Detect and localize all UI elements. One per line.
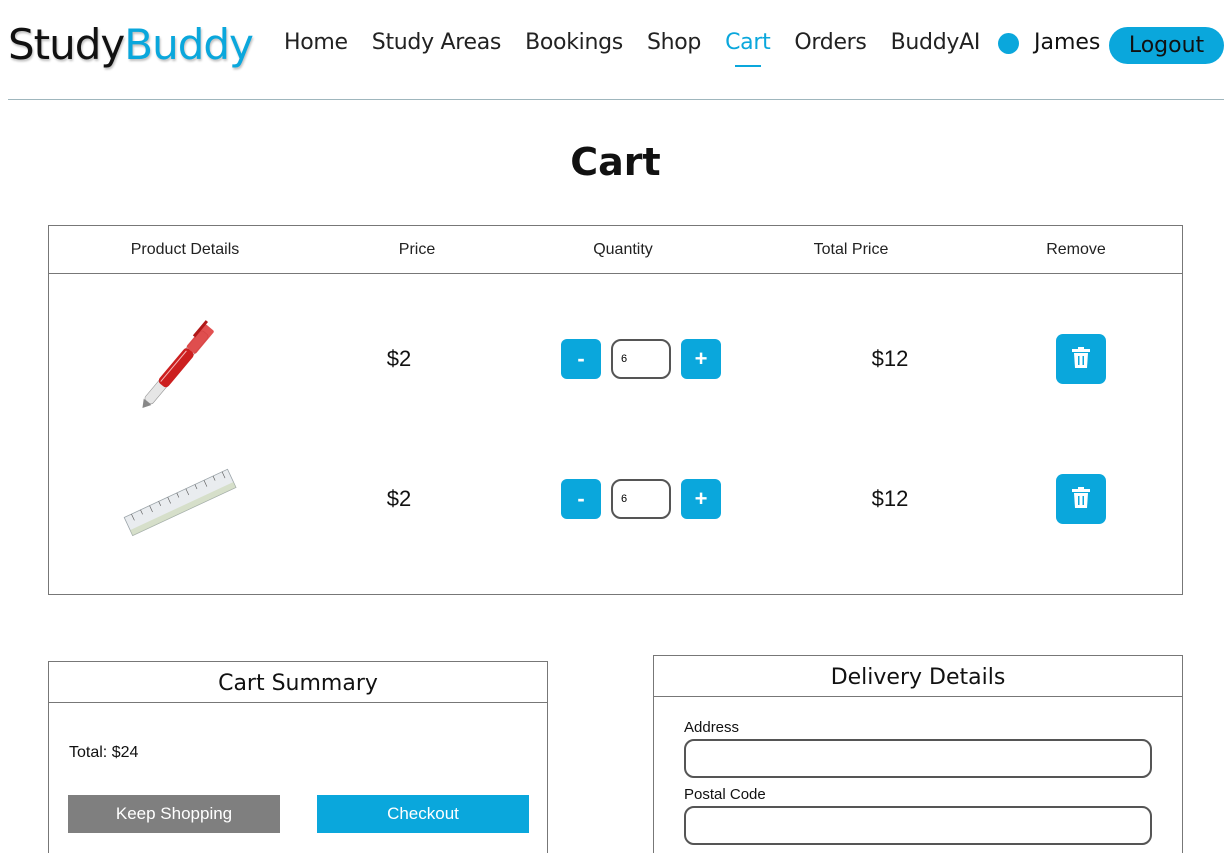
quantity-input[interactable]: [611, 479, 671, 519]
postal-code-input[interactable]: [684, 806, 1152, 845]
cart-summary-panel: Cart Summary Total: $24 Keep Shopping Ch…: [48, 661, 548, 853]
nav-study-areas[interactable]: Study Areas: [372, 30, 502, 55]
user-status-dot-icon: [998, 33, 1019, 54]
header-divider: [8, 99, 1224, 100]
item-price: $2: [386, 346, 412, 371]
column-header-product: Product Details: [130, 241, 240, 258]
increase-quantity-button[interactable]: +: [681, 339, 721, 379]
delivery-details-title: Delivery Details: [654, 656, 1182, 697]
nav-buddyai[interactable]: BuddyAI: [891, 30, 981, 55]
decrease-quantity-button[interactable]: -: [561, 479, 601, 519]
decrease-quantity-button[interactable]: -: [561, 339, 601, 379]
cart-total: Total: $24: [69, 744, 139, 761]
quantity-input[interactable]: [611, 339, 671, 379]
logo-part-study: Study: [8, 20, 125, 69]
cart-table: Product Details Price Quantity Total Pri…: [48, 225, 1183, 595]
cart-row: $2 - + $12: [49, 294, 1182, 424]
logout-button[interactable]: Logout: [1109, 27, 1224, 64]
item-total-price: $12: [871, 486, 909, 511]
logo-part-buddy: Buddy: [124, 20, 254, 69]
address-input[interactable]: [684, 739, 1152, 778]
nav-home[interactable]: Home: [284, 30, 348, 55]
page-title: Cart: [570, 140, 661, 184]
trash-icon: [1072, 347, 1090, 368]
nav-shop[interactable]: Shop: [647, 30, 701, 55]
address-label: Address: [684, 719, 740, 736]
column-header-price: Price: [398, 241, 436, 258]
column-header-remove: Remove: [1046, 241, 1106, 258]
nav-bookings[interactable]: Bookings: [525, 30, 623, 55]
nav-orders[interactable]: Orders: [794, 30, 866, 55]
main-nav: Home Study Areas Bookings Shop Cart Orde…: [272, 30, 992, 55]
item-price: $2: [386, 486, 412, 511]
item-total-price: $12: [871, 346, 909, 371]
trash-icon: [1072, 487, 1090, 508]
remove-item-button[interactable]: [1056, 474, 1106, 524]
header: StudyBuddy Home Study Areas Bookings Sho…: [0, 0, 1231, 100]
cart-table-header: Product Details Price Quantity Total Pri…: [49, 226, 1182, 274]
column-header-quantity: Quantity: [593, 241, 653, 258]
increase-quantity-button[interactable]: +: [681, 479, 721, 519]
postal-code-label: Postal Code: [684, 786, 766, 803]
keep-shopping-button[interactable]: Keep Shopping: [68, 795, 280, 833]
column-header-total-price: Total Price: [813, 241, 889, 258]
nav-cart[interactable]: Cart: [725, 30, 771, 55]
checkout-button[interactable]: Checkout: [317, 795, 529, 833]
remove-item-button[interactable]: [1056, 334, 1106, 384]
user-name[interactable]: James: [1034, 30, 1100, 55]
delivery-details-panel: Delivery Details Address Postal Code: [653, 655, 1183, 853]
red-pen-image: [142, 320, 214, 408]
logo[interactable]: StudyBuddy: [8, 20, 254, 69]
cart-row: $2 - + $12: [49, 434, 1182, 564]
cart-summary-title: Cart Summary: [49, 662, 547, 703]
ruler-image: [123, 468, 237, 537]
